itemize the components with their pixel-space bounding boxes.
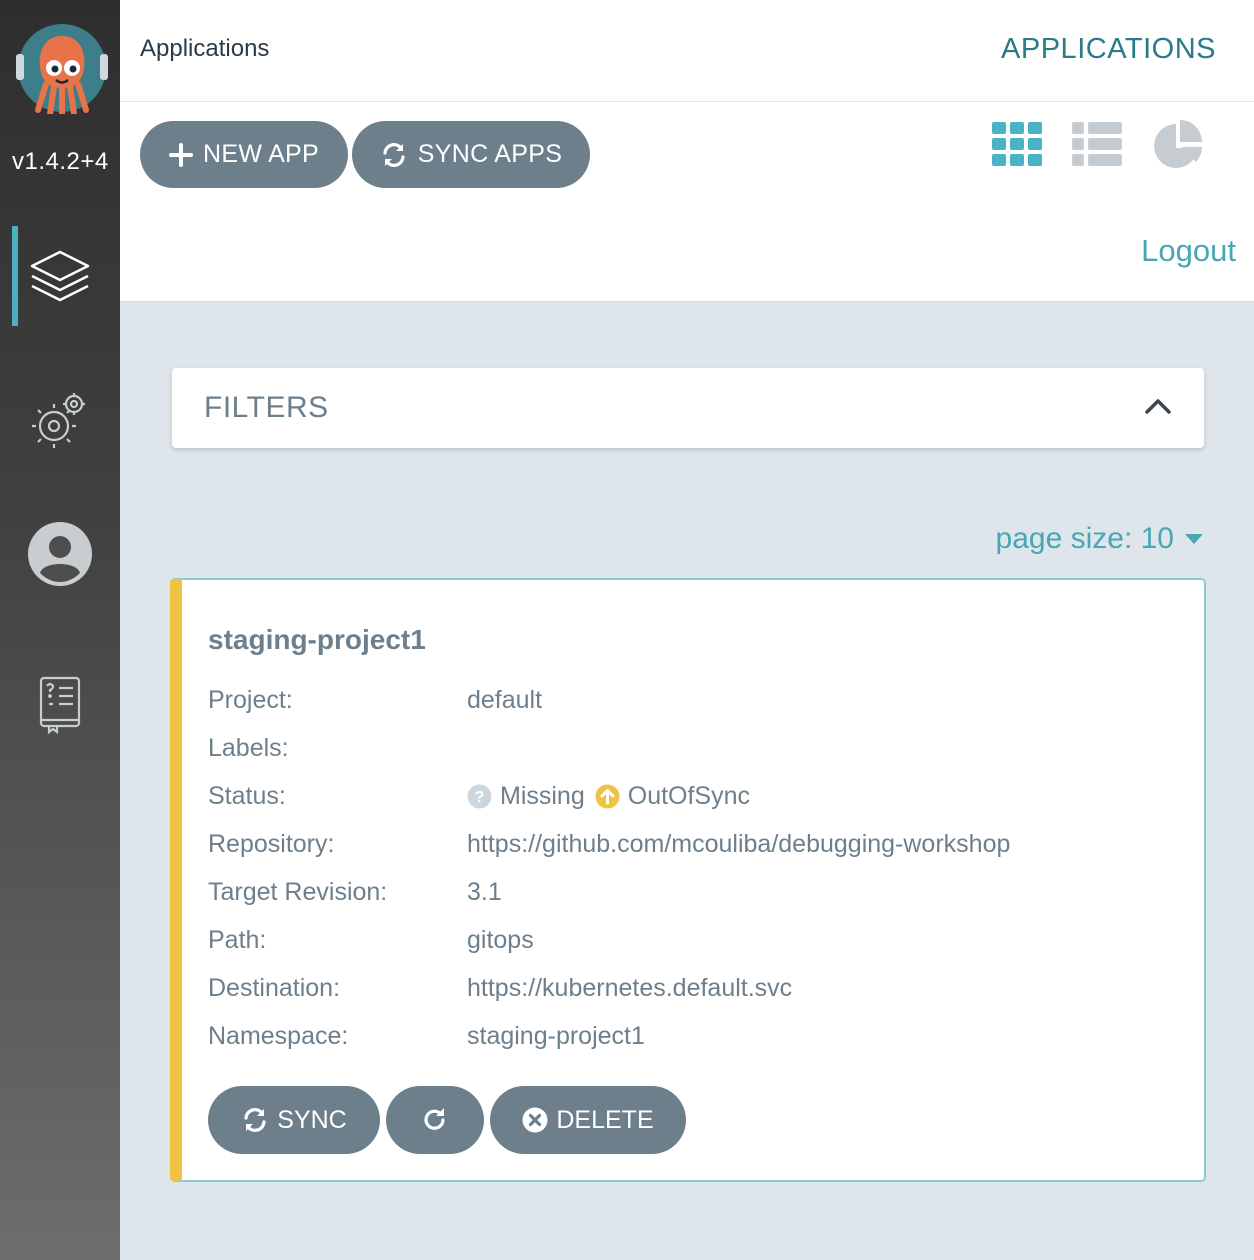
field-value: gitops <box>467 926 534 954</box>
field-value: https://kubernetes.default.svc <box>467 974 793 1002</box>
caret-down-icon <box>1185 534 1203 544</box>
filters-panel[interactable]: FILTERS <box>172 368 1204 448</box>
docs-book-icon <box>39 676 81 734</box>
filters-label: FILTERS <box>204 391 329 424</box>
application-tile[interactable]: staging-project1 Project: default Labels… <box>170 578 1206 1182</box>
sync-label: SYNC <box>277 1105 347 1134</box>
plus-icon <box>168 142 193 167</box>
summary-pie-icon <box>1154 120 1202 168</box>
field-label: Status: <box>208 782 286 810</box>
status-values: ? Missing OutOfSync <box>467 782 750 811</box>
page-size-label: page size: 10 <box>995 522 1174 555</box>
field-value: default <box>467 686 543 714</box>
sync-apps-button[interactable]: SYNC APPS <box>352 121 590 188</box>
field-value: https://github.com/mcouliba/debugging-wo… <box>467 830 1011 858</box>
sync-apps-label: SYNC APPS <box>417 140 563 168</box>
field-label: Repository: <box>208 830 335 858</box>
new-app-label: NEW APP <box>202 140 320 168</box>
sync-icon <box>244 1108 266 1132</box>
page-size-dropdown[interactable]: page size: 10 <box>996 522 1204 556</box>
version-label: v1.4.2+4 <box>12 148 109 175</box>
view-summary-button[interactable] <box>1152 120 1204 175</box>
delete-button[interactable]: DELETE <box>490 1086 686 1154</box>
field-label: Path: <box>208 926 267 954</box>
gears-icon <box>32 393 85 448</box>
sync-icon <box>383 142 405 167</box>
sidebar: v1.4.2+4 <box>0 0 120 1260</box>
field-value: 3.1 <box>467 878 502 906</box>
sidebar-item-applications[interactable] <box>0 226 120 326</box>
view-list-button[interactable] <box>1072 122 1122 171</box>
logout-link[interactable]: Logout <box>1141 233 1236 269</box>
argo-octopus-icon <box>16 24 108 117</box>
field-value: staging-project1 <box>467 1022 645 1050</box>
argo-logo[interactable] <box>16 22 108 117</box>
toolbar: NEW APP SYNC APPS Logout <box>120 102 1254 302</box>
list-view-icon <box>1072 122 1122 166</box>
chevron-up-icon <box>1145 399 1171 414</box>
user-icon <box>28 522 92 586</box>
times-circle-icon <box>522 1107 548 1133</box>
page-title: APPLICATIONS <box>1001 33 1216 65</box>
arrow-circle-up-icon <box>595 784 620 809</box>
health-status: Missing <box>500 782 585 810</box>
layers-icon <box>30 250 90 302</box>
sidebar-item-user-info[interactable] <box>0 504 120 604</box>
new-app-button[interactable]: NEW APP <box>140 121 348 188</box>
delete-label: DELETE <box>556 1105 654 1134</box>
sidebar-item-docs[interactable] <box>0 654 120 754</box>
breadcrumb[interactable]: Applications <box>140 35 269 63</box>
tiles-view-icon <box>992 122 1042 166</box>
collapse-filters-button[interactable] <box>1144 396 1172 421</box>
refresh-button[interactable] <box>386 1086 484 1154</box>
refresh-icon <box>424 1108 445 1130</box>
sync-status: OutOfSync <box>627 782 751 810</box>
top-bar: Applications APPLICATIONS <box>120 0 1254 102</box>
sync-button[interactable]: SYNC <box>208 1086 380 1154</box>
sidebar-item-settings[interactable] <box>0 370 120 470</box>
field-label: Project: <box>208 686 293 714</box>
field-label: Target Revision: <box>208 878 388 906</box>
svg-text:?: ? <box>475 789 485 806</box>
field-label: Destination: <box>208 974 341 1002</box>
field-label: Namespace: <box>208 1022 349 1050</box>
question-circle-icon: ? <box>467 784 492 809</box>
app-name[interactable]: staging-project1 <box>208 624 426 656</box>
field-label: Labels: <box>208 734 289 762</box>
view-tiles-button[interactable] <box>992 122 1042 171</box>
